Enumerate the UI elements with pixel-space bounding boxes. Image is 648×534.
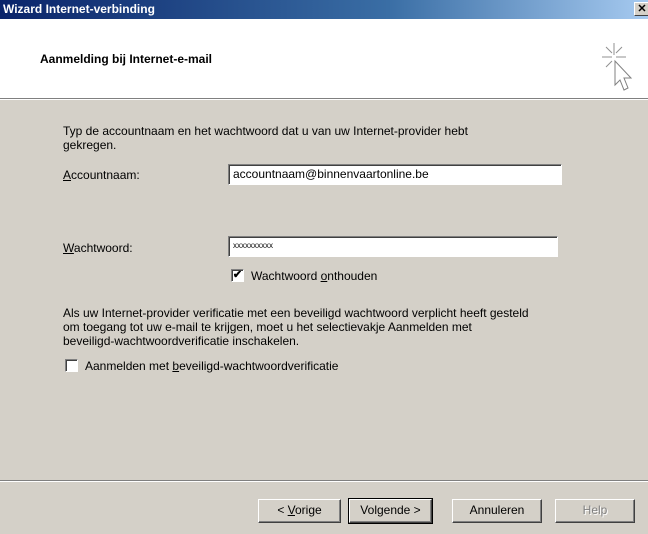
cancel-button[interactable]: Annuleren	[452, 499, 542, 523]
page-title: Aanmelding bij Internet-e-mail	[40, 52, 213, 66]
back-prefix: <	[277, 503, 288, 517]
remember-password-checkbox[interactable]: ✔	[231, 269, 244, 282]
header-divider	[0, 99, 648, 100]
back-accesskey: V	[287, 503, 295, 517]
remember-label-before: Wachtwoord	[251, 269, 321, 283]
secure-password-auth-checkbox[interactable]	[65, 359, 78, 372]
back-rest: orige	[295, 503, 322, 517]
spa-label-after: eveiligd-wachtwoordverificatie	[179, 359, 339, 373]
account-label-accesskey: A	[63, 168, 72, 182]
window-title: Wizard Internet-verbinding	[3, 2, 155, 16]
spa-info-line3: beveiligd-wachtwoordverificatie inschake…	[63, 334, 300, 348]
account-name-label: Accountnaam:	[63, 168, 140, 182]
spa-info-line1: Als uw Internet-provider verificatie met…	[63, 306, 529, 320]
help-button[interactable]: Help	[555, 499, 635, 523]
intro-text-line2: gekregen.	[63, 138, 117, 152]
account-name-input[interactable]: accountnaam@binnenvaartonline.be	[228, 164, 562, 185]
intro-text-line1: Typ de accountnaam en het wachtwoord dat…	[63, 124, 468, 138]
password-input[interactable]: xxxxxxxxxx	[228, 236, 558, 257]
back-button[interactable]: < Vorige	[258, 499, 341, 523]
next-button[interactable]: Volgende >	[348, 498, 433, 524]
spa-info-line2: om toegang tot uw e-mail te krijgen, moe…	[63, 320, 472, 334]
title-bar: Wizard Internet-verbinding ✕	[0, 0, 648, 19]
secure-password-auth-label[interactable]: Aanmelden met beveiligd-wachtwoordverifi…	[85, 359, 338, 373]
password-label: Wachtwoord:	[63, 241, 133, 255]
wizard-sparkle-cursor-icon	[602, 43, 633, 91]
close-button[interactable]: ✕	[634, 2, 648, 16]
spa-label-before: Aanmelden met	[85, 359, 173, 373]
password-label-accesskey: W	[63, 241, 74, 255]
account-label-rest: ccountnaam:	[71, 168, 140, 182]
remember-password-label[interactable]: Wachtwoord onthouden	[251, 269, 377, 283]
footer-divider-highlight	[0, 481, 648, 482]
wizard-header: Aanmelding bij Internet-e-mail	[0, 19, 648, 99]
remember-label-after: nthouden	[327, 269, 378, 283]
password-label-rest: achtwoord:	[73, 241, 133, 255]
